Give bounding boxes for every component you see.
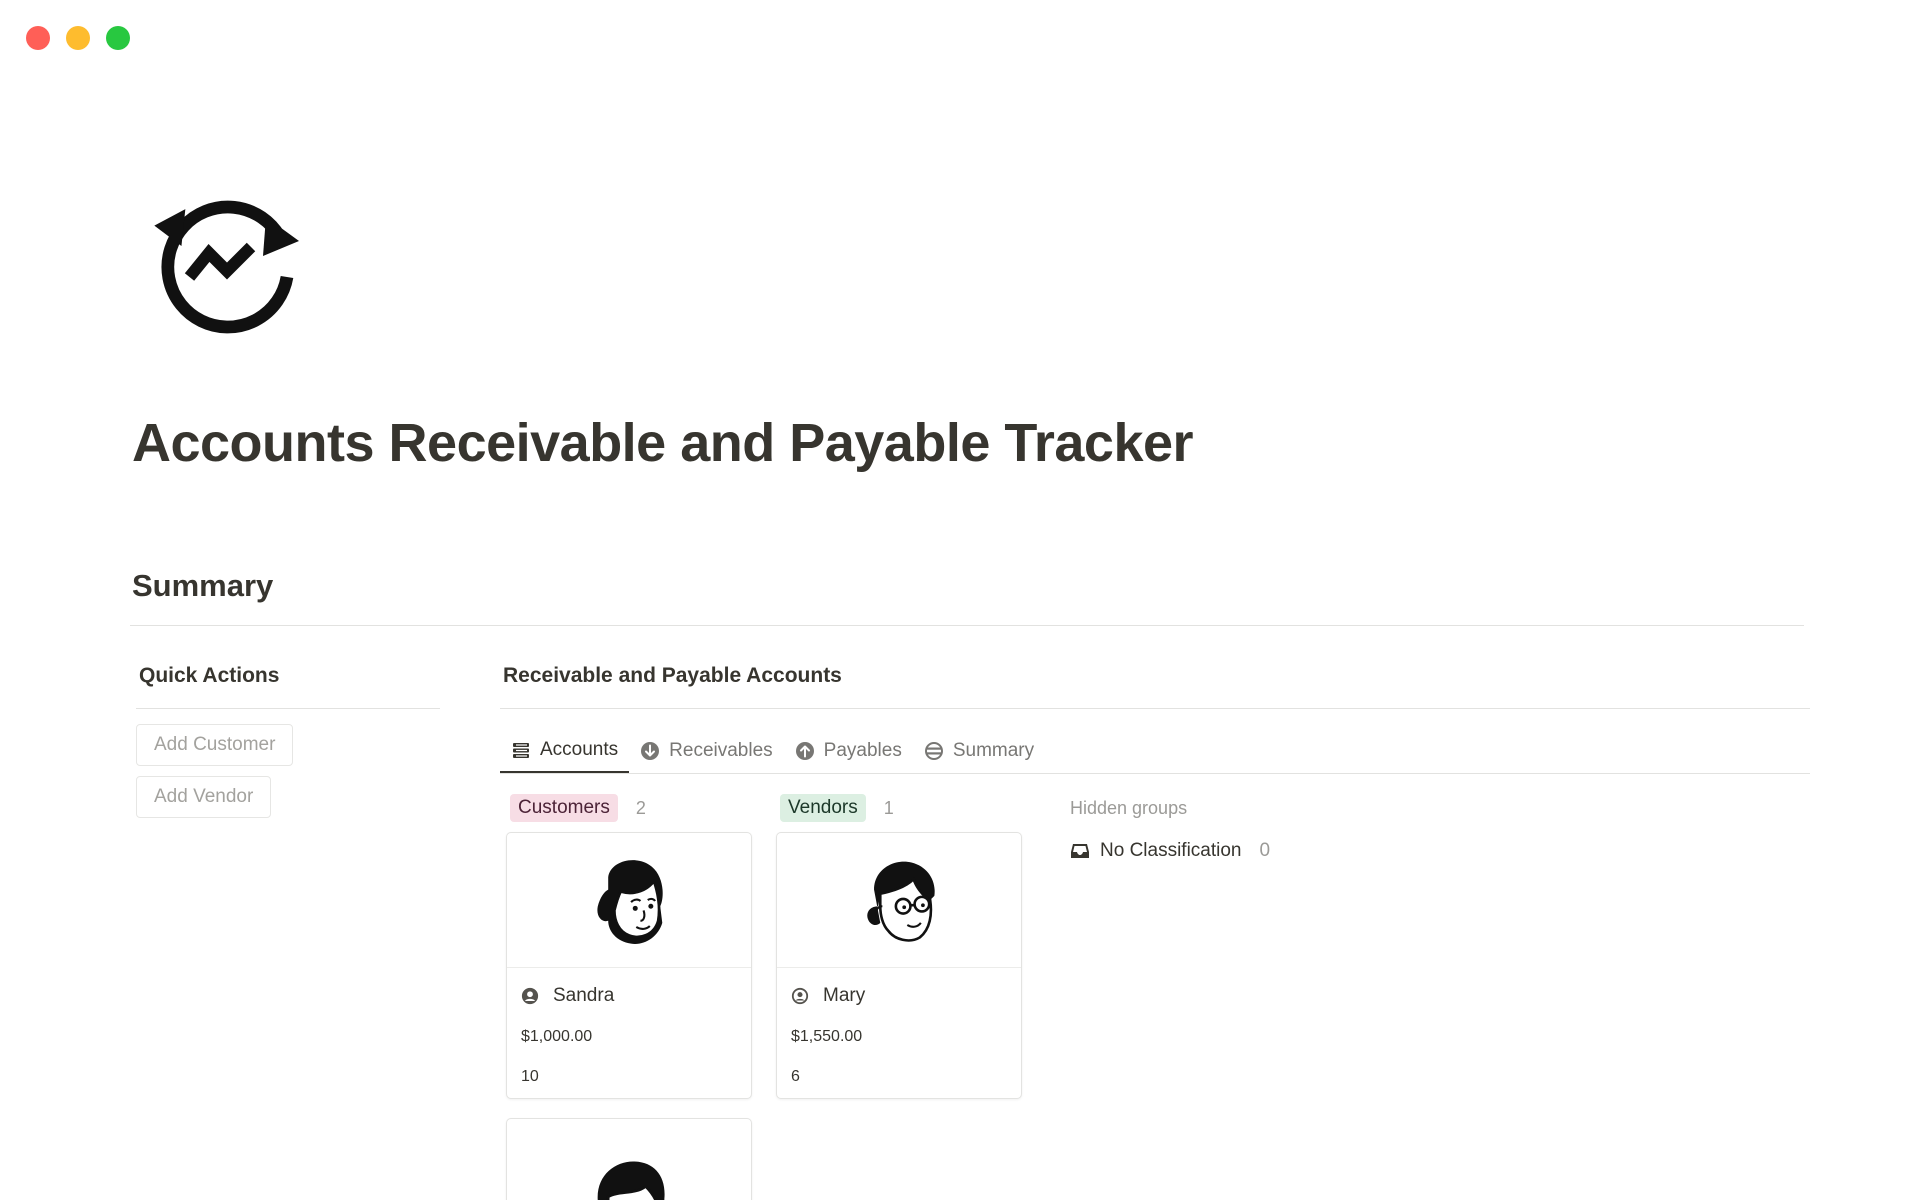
- app-window: Accounts Receivable and Payable Tracker …: [0, 0, 1920, 1200]
- inbox-icon: [1071, 844, 1089, 858]
- card-cover: [777, 833, 1021, 968]
- group-label: Vendors: [780, 794, 866, 822]
- hidden-group-count: 0: [1259, 840, 1271, 861]
- card-cover: [507, 833, 751, 968]
- man-glasses-avatar-icon: [597, 1161, 665, 1200]
- close-window-button[interactable]: [26, 26, 50, 50]
- window-controls: [26, 26, 130, 50]
- view-tabs: Accounts Receivables Payables Summary: [500, 726, 1045, 774]
- divider: [500, 773, 1810, 774]
- group-count: 1: [883, 797, 894, 818]
- minimize-window-button[interactable]: [66, 26, 90, 50]
- summary-heading: Summary: [132, 568, 274, 603]
- add-customer-button[interactable]: Add Customer: [136, 724, 294, 766]
- person-circle-icon: [521, 987, 539, 1005]
- account-card[interactable]: Mary $1,550.00 6: [776, 832, 1022, 1099]
- maximize-window-button[interactable]: [106, 26, 130, 50]
- table-icon: [513, 742, 529, 758]
- tab-label: Summary: [952, 740, 1035, 761]
- hidden-groups-label: Hidden groups: [1070, 798, 1188, 818]
- group-header-customers[interactable]: Customers 2: [510, 794, 646, 822]
- quick-actions-title: Quick Actions: [139, 664, 280, 687]
- exchange-arrows-chart-icon[interactable]: [152, 190, 302, 340]
- group-label: Customers: [510, 794, 618, 822]
- hidden-group-no-classification[interactable]: No Classification 0: [1070, 840, 1270, 862]
- arrow-up-circle-icon: [795, 742, 814, 760]
- woman-avatar-icon: [597, 860, 663, 944]
- arrow-down-circle-icon: [641, 742, 660, 760]
- group-header-vendors[interactable]: Vendors 1: [780, 794, 894, 822]
- account-card[interactable]: Sandra $1,000.00 10: [506, 832, 752, 1099]
- tab-label: Receivables: [669, 740, 773, 761]
- page-title: Accounts Receivable and Payable Tracker: [132, 413, 1194, 473]
- database-title[interactable]: Receivable and Payable Accounts: [503, 664, 842, 688]
- tab-label: Payables: [823, 740, 902, 761]
- account-amount: $1,000.00: [521, 1028, 593, 1045]
- add-vendor-button[interactable]: Add Vendor: [136, 776, 272, 818]
- hidden-group-label: No Classification: [1100, 840, 1242, 861]
- account-amount: $1,550.00: [791, 1028, 863, 1045]
- tab-label: Accounts: [540, 738, 619, 760]
- tab-summary[interactable]: Summary: [913, 728, 1045, 774]
- equals-circle-icon: [924, 742, 943, 760]
- card-cover: [507, 1119, 751, 1200]
- divider: [130, 625, 1804, 626]
- tab-accounts[interactable]: Accounts: [500, 728, 630, 774]
- account-number: 6: [791, 1068, 800, 1085]
- woman-glasses-avatar-icon: [867, 861, 935, 942]
- account-card[interactable]: [506, 1118, 752, 1200]
- divider: [500, 708, 1810, 709]
- account-number: 10: [521, 1068, 539, 1085]
- card-title: Mary: [791, 984, 1007, 1008]
- account-name: Mary: [823, 985, 866, 1006]
- tab-receivables[interactable]: Receivables: [629, 728, 784, 774]
- card-title: Sandra: [521, 984, 737, 1008]
- group-count: 2: [635, 797, 646, 818]
- person-circle-icon: [791, 987, 809, 1005]
- divider: [136, 708, 440, 709]
- tab-payables[interactable]: Payables: [784, 728, 913, 774]
- account-name: Sandra: [553, 985, 615, 1006]
